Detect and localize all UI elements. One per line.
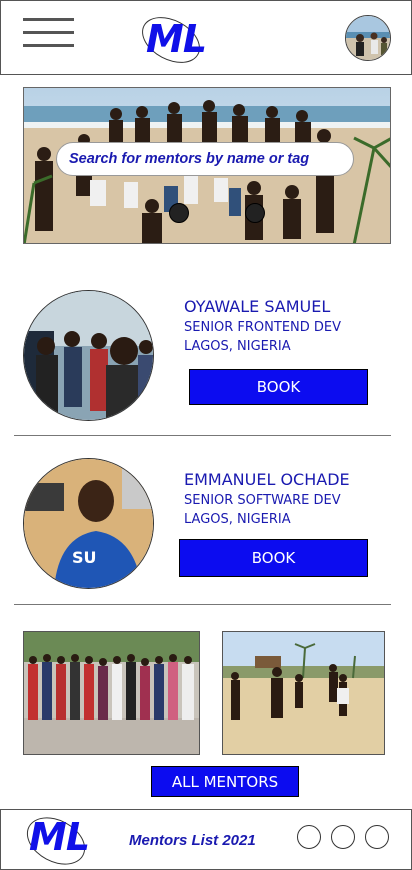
mentor-role: SENIOR SOFTWARE DEV: [184, 492, 341, 508]
mentor-search-input[interactable]: Search for mentors by name or tag: [56, 142, 354, 176]
svg-text:SU: SU: [72, 548, 97, 567]
mentor-photo: SU: [23, 458, 154, 589]
mentor-photo: [23, 290, 154, 421]
mentor-location: LAGOS, NIGERIA: [184, 511, 291, 527]
user-avatar[interactable]: [345, 15, 391, 61]
all-mentors-button[interactable]: ALL MENTORS: [151, 766, 299, 797]
book-button[interactable]: BOOK: [179, 539, 368, 577]
divider: [14, 604, 391, 605]
logo-text: ML: [146, 17, 207, 61]
gallery-photo-beach: [222, 631, 385, 755]
footer-logo-text: ML: [29, 815, 90, 859]
footer-logo[interactable]: ML: [18, 807, 94, 870]
app-logo[interactable]: ML: [134, 7, 208, 73]
page-dot-3[interactable]: [365, 825, 389, 849]
footer-title: Mentors List 2021: [129, 832, 256, 849]
carousel-dot-2[interactable]: [245, 203, 265, 223]
top-navigation-bar: ML: [0, 0, 412, 75]
footer-bar: ML Mentors List 2021: [0, 807, 412, 870]
gallery-photo-group: [23, 631, 200, 755]
page-dot-2[interactable]: [331, 825, 355, 849]
book-button[interactable]: BOOK: [189, 369, 368, 405]
carousel-dot-1[interactable]: [169, 203, 189, 223]
page-dot-1[interactable]: [297, 825, 321, 849]
mentor-name: EMMANUEL OCHADE: [184, 470, 350, 489]
mentor-name: OYAWALE SAMUEL: [184, 297, 331, 316]
mentor-role: SENIOR FRONTEND DEV: [184, 319, 342, 335]
mentor-info: EMMANUEL OCHADE SENIOR SOFTWARE DEV LAGO…: [184, 470, 350, 529]
mentor-info: OYAWALE SAMUEL SENIOR FRONTEND DEV LAGOS…: [184, 297, 341, 356]
divider: [14, 435, 391, 436]
mentor-location: LAGOS, NIGERIA: [184, 338, 291, 354]
hamburger-menu-icon[interactable]: [23, 18, 74, 48]
